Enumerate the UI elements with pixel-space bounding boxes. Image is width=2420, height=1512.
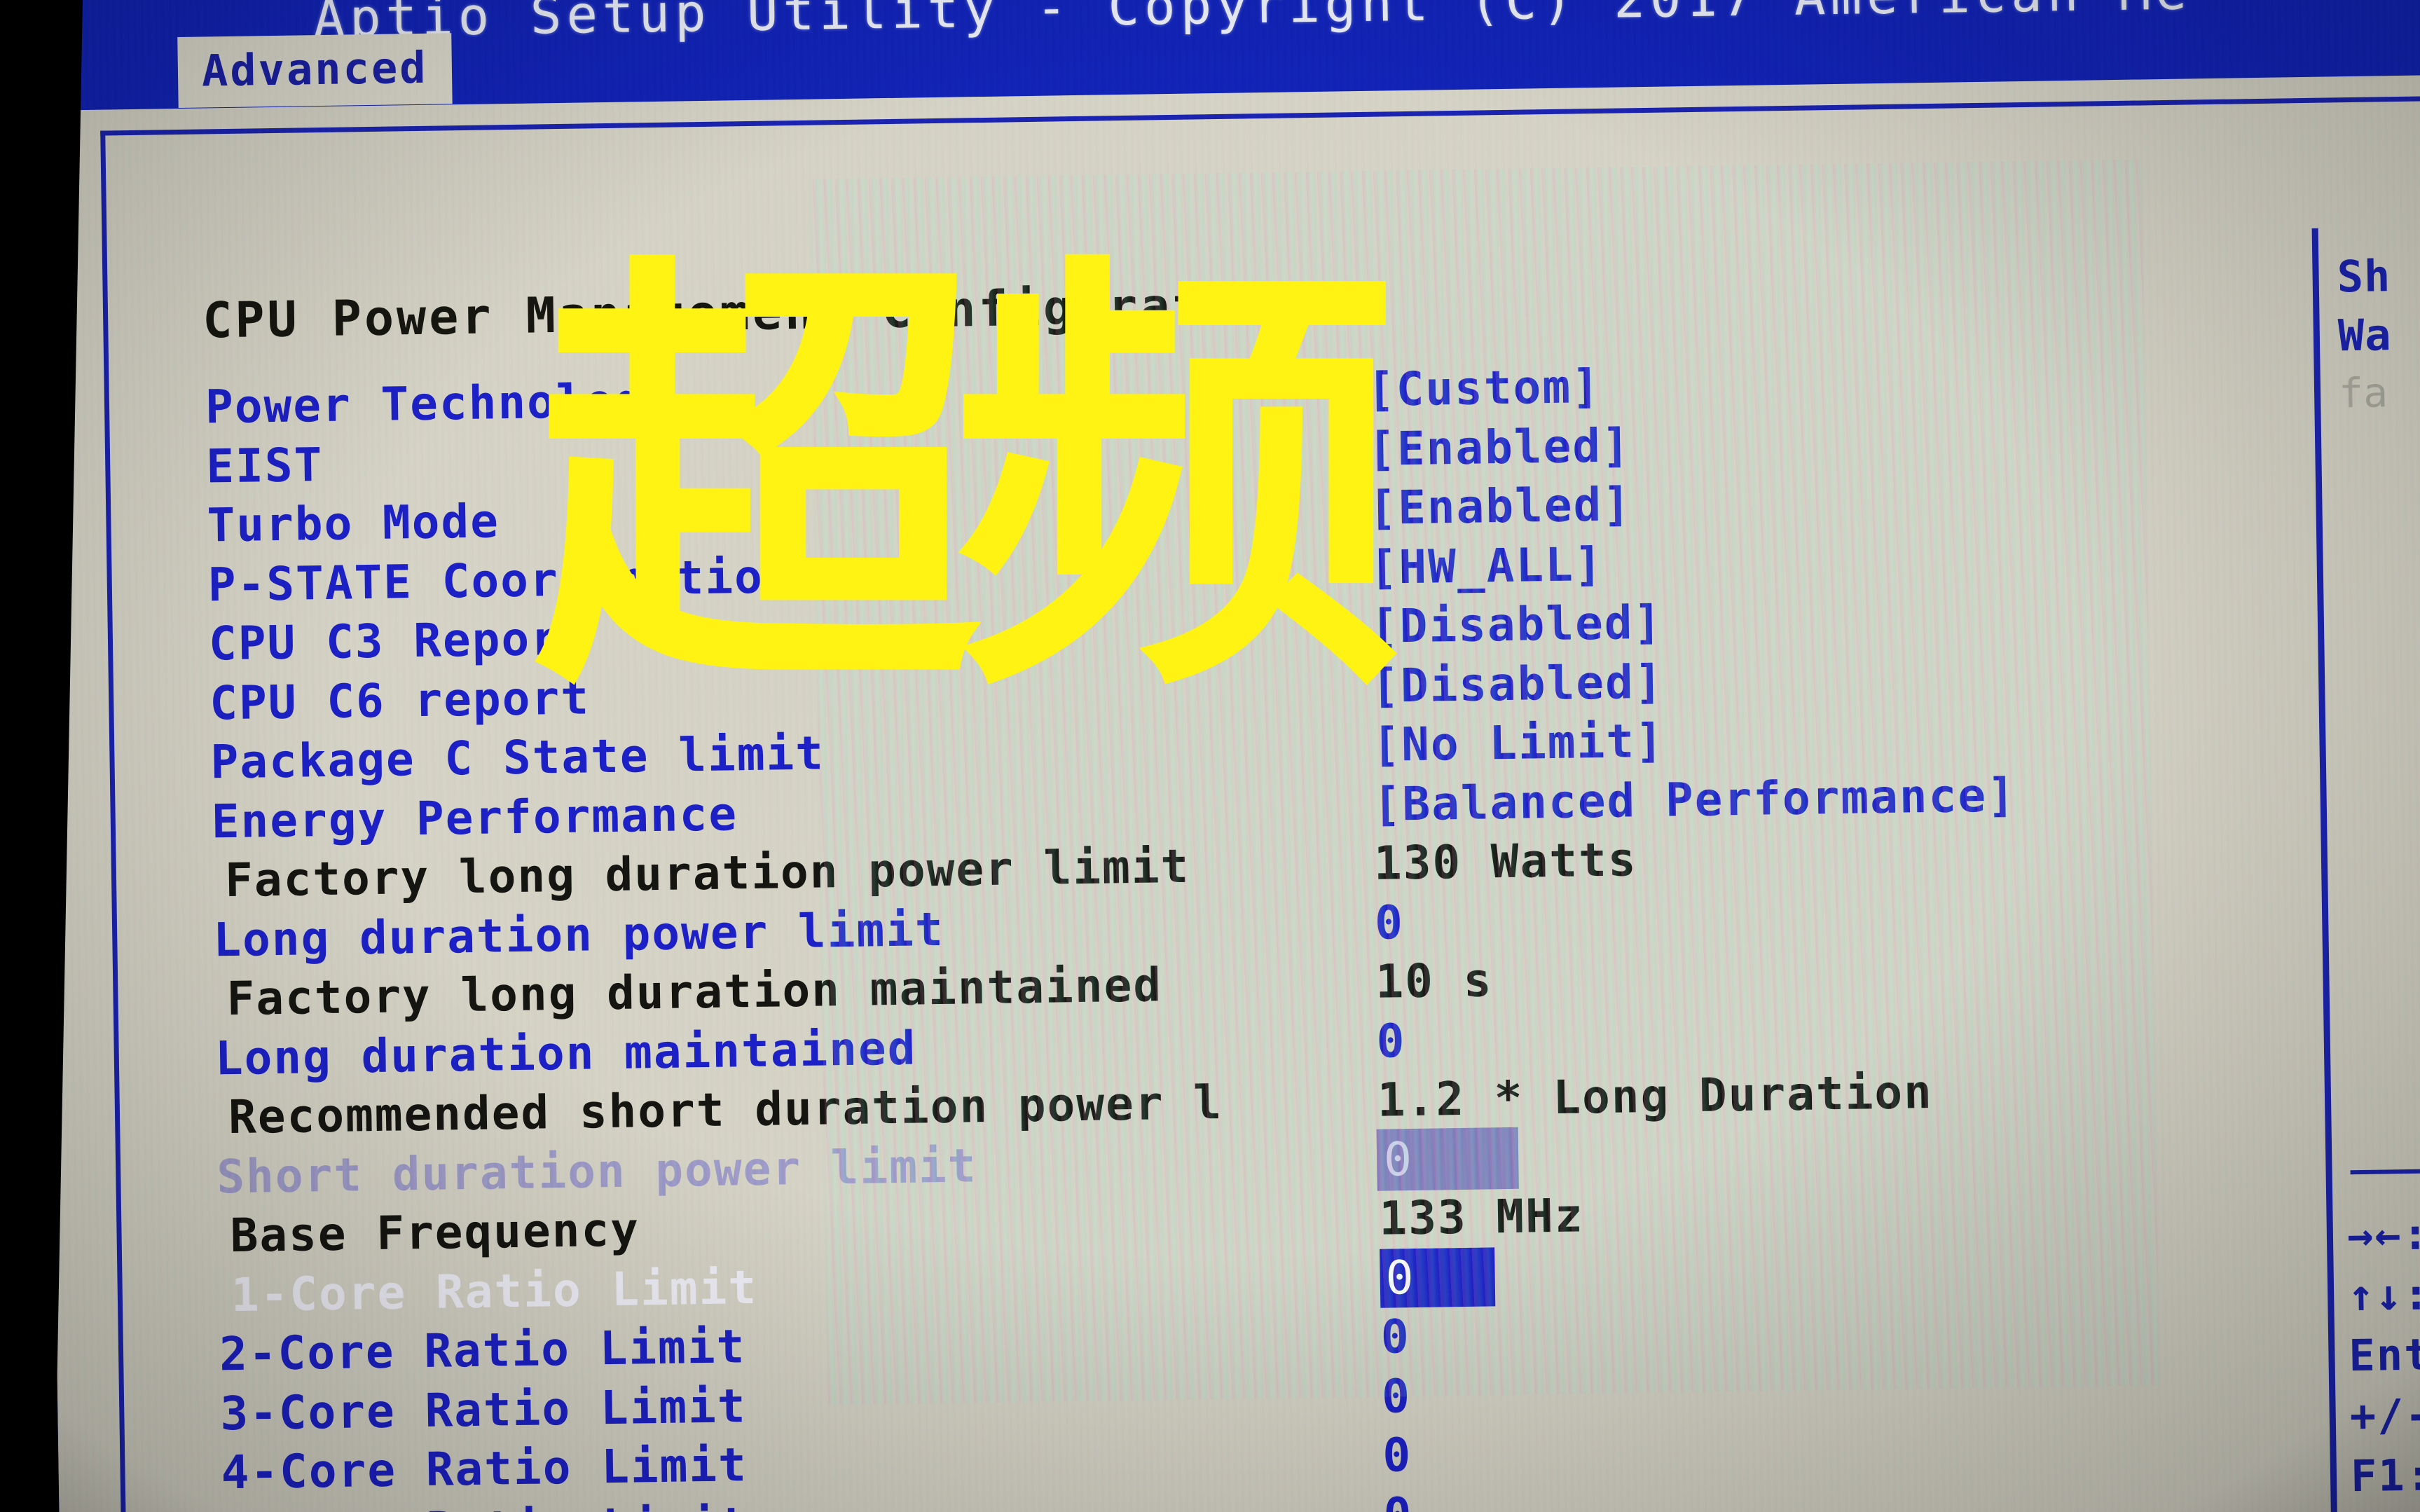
settings-row-label: 2-Core Ratio Limit bbox=[219, 1319, 746, 1382]
tab-advanced[interactable]: Advanced bbox=[177, 33, 453, 109]
settings-row-value[interactable]: [HW_ALL] bbox=[1369, 535, 1604, 597]
settings-row-value[interactable]: [Enabled] bbox=[1368, 475, 1632, 538]
key-hint-arrows-horizontal: →←: bbox=[2346, 1208, 2420, 1261]
monitor-screen: Aptio Setup Utility - Copyright (C) 2017… bbox=[36, 0, 2420, 1512]
help-sub-line1: fa bbox=[2338, 369, 2388, 418]
settings-row-label: 4-Core Ratio Limit bbox=[221, 1438, 748, 1500]
settings-row-label: CPU C3 Report bbox=[208, 611, 590, 671]
key-hint-list: →←: ↑↓: Ente +/-: F1: F2: F9: F10: ESC: bbox=[2346, 1204, 2420, 1512]
settings-row-label: Turbo Mode bbox=[206, 494, 500, 553]
settings-row-label: EIST bbox=[205, 437, 324, 493]
settings-row-value[interactable]: 0 bbox=[1377, 1128, 1518, 1190]
bios-photo-screenshot: Aptio Setup Utility - Copyright (C) 2017… bbox=[0, 0, 2420, 1512]
settings-row-label: 3-Core Ratio Limit bbox=[219, 1378, 748, 1441]
settings-row-label: Energy Performance bbox=[211, 786, 738, 848]
settings-row-value[interactable]: 0 bbox=[1383, 1485, 1413, 1512]
settings-row-value[interactable]: [No Limit] bbox=[1372, 712, 1665, 775]
settings-row-label: CPU C6 report bbox=[209, 670, 591, 730]
settings-row-label: Power Technology bbox=[205, 373, 674, 434]
settings-row-value[interactable]: [Custom] bbox=[1366, 357, 1601, 420]
settings-row[interactable]: 3-Core Ratio Limit 0 bbox=[57, 1369, 1412, 1445]
settings-row-value[interactable]: 0 bbox=[1380, 1307, 1410, 1367]
settings-row-label: Short duration power limit bbox=[216, 1138, 977, 1204]
key-hint-f1: F1: bbox=[2350, 1449, 2420, 1502]
settings-row-label: Long duration maintained bbox=[214, 1021, 917, 1085]
settings-row-value[interactable]: 133 MHz bbox=[1379, 1186, 1584, 1248]
value-highlight-active[interactable]: 0 bbox=[1380, 1246, 1496, 1308]
settings-row-value[interactable]: [Disabled] bbox=[1370, 593, 1663, 657]
settings-row[interactable]: 4-Core Ratio Limit 0 bbox=[58, 1428, 1412, 1505]
settings-row-label: P-STATE Coordination bbox=[207, 549, 794, 612]
settings-row-label: Base Frequency bbox=[230, 1202, 640, 1263]
key-hint-plus-minus: +/-: bbox=[2349, 1388, 2420, 1442]
settings-row-value[interactable]: 130 Watts bbox=[1373, 830, 1637, 893]
settings-row-label: Long duration power limit bbox=[212, 902, 945, 967]
key-hint-arrows-vertical: ↑↓: bbox=[2347, 1268, 2420, 1321]
settings-row-value[interactable]: [Balanced Performance] bbox=[1373, 766, 2016, 834]
settings-row-value[interactable]: 0 bbox=[1380, 1246, 1496, 1308]
help-title-line1: Sh bbox=[2337, 250, 2391, 303]
settings-row-value[interactable]: [Enabled] bbox=[1368, 416, 1632, 479]
help-panel-divider bbox=[2350, 1167, 2420, 1175]
settings-row[interactable]: 5-Core Ratio Limit0 bbox=[59, 1487, 1413, 1512]
settings-row-value[interactable]: 0 bbox=[1382, 1426, 1412, 1485]
settings-row-value[interactable]: 0 bbox=[1382, 1367, 1412, 1427]
help-panel: Sh Wa fa →←: ↑↓: Ente +/-: F1: F2: F9: F… bbox=[2311, 225, 2420, 1512]
settings-row-value[interactable]: 0 bbox=[1375, 893, 1405, 953]
settings-row-value[interactable]: [Disabled] bbox=[1371, 652, 1665, 715]
help-title-line2: Wa bbox=[2337, 309, 2393, 362]
settings-row-value[interactable]: 1.2 * Long Duration bbox=[1377, 1063, 1933, 1130]
settings-row-value[interactable]: 10 s bbox=[1375, 951, 1493, 1011]
settings-row-value[interactable]: 0 bbox=[1376, 1012, 1406, 1071]
settings-row-label: 1-Core Ratio Limit bbox=[231, 1260, 758, 1322]
settings-row-label: Package C State limit bbox=[210, 726, 825, 790]
key-hint-f2: F2: bbox=[2351, 1505, 2420, 1512]
bios-body: Sh Wa fa →←: ↑↓: Ente +/-: F1: F2: F9: F… bbox=[38, 74, 2420, 1512]
value-highlight-inactive[interactable]: 0 bbox=[1377, 1128, 1518, 1190]
key-hint-enter: Ente bbox=[2348, 1328, 2420, 1382]
